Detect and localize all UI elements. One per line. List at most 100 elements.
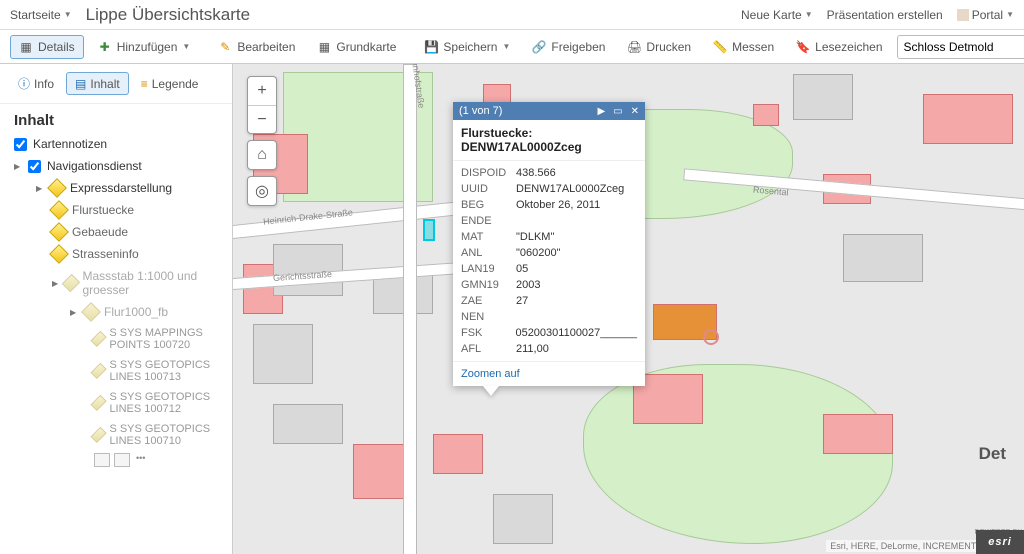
- popup-maximize-icon[interactable]: ▭: [613, 106, 622, 117]
- layer-icon: [90, 395, 107, 412]
- sublayer[interactable]: S SYS GEOTOPICS LINES 100713: [14, 355, 218, 387]
- link-icon: 🔗: [532, 40, 546, 54]
- popup-row: MAT"DLKM": [461, 229, 637, 245]
- tab-legend[interactable]: ≡Legende: [133, 72, 207, 95]
- page-title: Lippe Übersichtskarte: [86, 5, 250, 25]
- tool-icon[interactable]: [94, 453, 110, 467]
- header-right: Neue Karte▼ Präsentation erstellen Porta…: [741, 8, 1014, 22]
- sidebar-heading: Inhalt: [0, 104, 232, 133]
- layer-navigationsdienst[interactable]: ▶Navigationsdienst: [14, 155, 218, 177]
- layer-flur1000fb[interactable]: ▶Flur1000_fb: [14, 301, 218, 323]
- tool-icon[interactable]: [114, 453, 130, 467]
- popup-row: NEN: [461, 309, 637, 325]
- app-header: Startseite▼ Lippe Übersichtskarte Neue K…: [0, 0, 1024, 30]
- expand-icon[interactable]: ▶: [14, 162, 22, 171]
- layer-icon: [90, 331, 107, 348]
- sublayer-tools: •••: [14, 451, 218, 467]
- portal-icon: [957, 9, 969, 21]
- popup-key: BEG: [461, 199, 516, 211]
- selected-feature: [423, 219, 435, 241]
- print-button[interactable]: 🖨Drucken: [619, 36, 699, 58]
- popup-zoom-link[interactable]: Zoomen auf: [453, 361, 645, 386]
- chevron-down-icon: ▼: [64, 10, 72, 19]
- tab-info[interactable]: ⓘInfo: [10, 72, 62, 95]
- popup-row: ENDE: [461, 213, 637, 229]
- edit-button[interactable]: ✎Bearbeiten: [210, 36, 303, 58]
- popup-key: ENDE: [461, 215, 516, 227]
- sublayer[interactable]: S SYS GEOTOPICS LINES 100712: [14, 387, 218, 419]
- sublayer[interactable]: S SYS GEOTOPICS LINES 100710: [14, 419, 218, 451]
- save-icon: 💾: [424, 40, 438, 54]
- locate-button[interactable]: ◎: [248, 177, 276, 205]
- popup-row: AFL211,00: [461, 341, 637, 357]
- details-button[interactable]: ▦Details: [10, 35, 84, 59]
- add-button[interactable]: ✚Hinzufügen▼: [90, 36, 199, 58]
- popup-val: [516, 311, 637, 323]
- layer-flurstuecke[interactable]: Flurstuecke: [14, 199, 218, 221]
- pencil-icon: ✎: [218, 40, 232, 54]
- layer-strasseninfo[interactable]: Strasseninfo: [14, 243, 218, 265]
- popup-body: DISPOID438.566UUIDDENW17AL0000ZcegBEGOkt…: [453, 161, 645, 361]
- plus-icon: ✚: [98, 40, 112, 54]
- home-extent-button[interactable]: ⌂: [248, 141, 276, 169]
- list-icon: ▤: [75, 77, 86, 91]
- popup-key: AFL: [461, 343, 516, 355]
- expand-icon[interactable]: ▶: [70, 308, 78, 317]
- popup-val: "060200": [516, 247, 637, 259]
- popup-close-icon[interactable]: ✕: [631, 106, 639, 117]
- sidebar-tabs: ⓘInfo ▤Inhalt ≡Legende: [0, 64, 232, 104]
- save-button[interactable]: 💾Speichern▼: [416, 36, 518, 58]
- print-icon: 🖨: [627, 40, 641, 54]
- checkbox[interactable]: [28, 160, 41, 173]
- chevron-down-icon: ▼: [502, 42, 510, 51]
- layer-tree: Kartennotizen ▶Navigationsdienst ▶Expres…: [0, 133, 232, 477]
- main: ⓘInfo ▤Inhalt ≡Legende Inhalt Kartennoti…: [0, 64, 1024, 554]
- checkbox[interactable]: [14, 138, 27, 151]
- popup-tail: [483, 386, 499, 396]
- popup-key: LAN19: [461, 263, 516, 275]
- popup-row: BEGOktober 26, 2011: [461, 197, 637, 213]
- popup-next-icon[interactable]: ▶: [597, 106, 605, 117]
- share-button[interactable]: 🔗Freigeben: [524, 36, 613, 58]
- bookmarks-button[interactable]: 🔖Lesezeichen: [788, 36, 890, 58]
- basemap-icon: ▦: [317, 40, 331, 54]
- zoom-in-button[interactable]: +: [248, 77, 276, 105]
- info-icon: ⓘ: [18, 75, 30, 92]
- layer-kartennotizen[interactable]: Kartennotizen: [14, 133, 218, 155]
- create-presentation-link[interactable]: Präsentation erstellen: [827, 8, 943, 22]
- layer-icon: [49, 200, 69, 220]
- popup-val: Oktober 26, 2011: [516, 199, 637, 211]
- sidebar: ⓘInfo ▤Inhalt ≡Legende Inhalt Kartennoti…: [0, 64, 233, 554]
- layer-icon: [61, 274, 79, 292]
- new-map-link[interactable]: Neue Karte▼: [741, 8, 813, 22]
- expand-icon[interactable]: ▶: [36, 184, 44, 193]
- sublayer[interactable]: S SYS MAPPINGS POINTS 100720: [14, 323, 218, 355]
- layer-gebaeude[interactable]: Gebaeude: [14, 221, 218, 243]
- popup-val: "DLKM": [516, 231, 637, 243]
- layer-icon: [49, 244, 69, 264]
- zoom-out-button[interactable]: −: [248, 105, 276, 133]
- layer-massstab[interactable]: ▶Massstab 1:1000 und groesser: [14, 265, 218, 301]
- search-wrap: ✕ 🔍: [897, 35, 1024, 59]
- basemap-button[interactable]: ▦Grundkarte: [309, 36, 404, 58]
- popup-key: NEN: [461, 311, 516, 323]
- measure-button[interactable]: 📏Messen: [705, 36, 782, 58]
- more-icon[interactable]: •••: [134, 453, 145, 467]
- home-link[interactable]: Startseite▼: [10, 8, 72, 22]
- toolbar: ▦Details ✚Hinzufügen▼ ✎Bearbeiten ▦Grund…: [0, 30, 1024, 64]
- popup-val: [516, 215, 637, 227]
- search-input[interactable]: [904, 40, 1024, 54]
- popup-row: ANL"060200": [461, 245, 637, 261]
- map-area[interactable]: Heinrich-Drake-Straße Gerichtsstraße Ros…: [233, 64, 1024, 554]
- tab-content[interactable]: ▤Inhalt: [66, 72, 129, 95]
- portal-link[interactable]: Portal▼: [957, 8, 1014, 22]
- popup-key: FSK: [461, 327, 515, 339]
- popup-count: (1 von 7): [459, 105, 589, 117]
- layer-expressdarstellung[interactable]: ▶Expressdarstellung: [14, 177, 218, 199]
- layer-icon: [81, 302, 101, 322]
- popup-title: Flurstuecke: DENW17AL0000Zceg: [453, 120, 645, 161]
- popup-val: 27: [516, 295, 637, 307]
- bookmark-icon: 🔖: [796, 40, 810, 54]
- expand-icon[interactable]: ▶: [52, 279, 59, 288]
- chevron-down-icon: ▼: [805, 10, 813, 19]
